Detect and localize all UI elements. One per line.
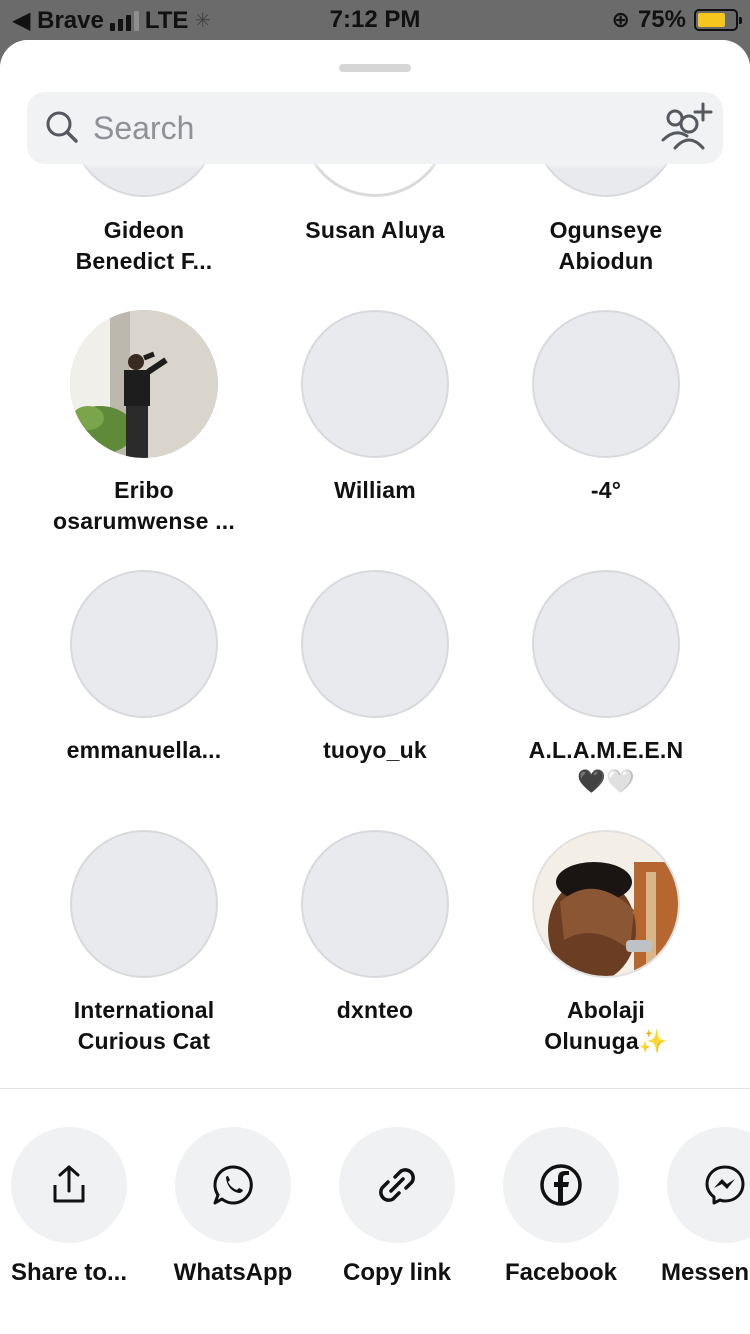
share-icon (53, 1165, 85, 1203)
avatar[interactable] (532, 310, 680, 458)
recipient-cell[interactable]: emmanuella... (28, 570, 260, 820)
recipient-cell[interactable]: Eribo osarumwense ... (28, 310, 260, 560)
share-actions-row: Share to... WhatsApp Copy link Facebook … (0, 1089, 750, 1334)
recipient-name: -4° (590, 477, 622, 503)
share-sheet: Gideon Benedict F... Susan Aluya Ogunseye… (0, 40, 750, 1334)
recipient-grid[interactable]: Gideon Benedict F... Susan Aluya Ogunseye… (0, 40, 750, 1088)
messenger-icon (705, 1165, 745, 1205)
recipient-name: Gideon Benedict F... (75, 217, 213, 274)
recipient-cell[interactable]: International Curious Cat (28, 830, 260, 1080)
recipient-name: dxnteo (336, 997, 414, 1023)
avatar[interactable] (301, 830, 449, 978)
avatar-photo[interactable] (532, 830, 680, 978)
recipient-cell[interactable]: dxnteo (259, 830, 491, 1080)
facebook-button[interactable]: Facebook (479, 1089, 643, 1334)
search-icon (46, 111, 78, 143)
avatar-photo[interactable] (70, 310, 218, 458)
avatar[interactable] (301, 570, 449, 718)
recipient-cell[interactable]: William (259, 310, 491, 560)
recipient-cell[interactable]: tuoyo_uk (259, 570, 491, 820)
avatar[interactable] (532, 570, 680, 718)
whatsapp-button[interactable]: WhatsApp (151, 1089, 315, 1334)
share-to-label: Share to... (10, 1259, 128, 1286)
avatar[interactable] (70, 830, 218, 978)
whatsapp-label: WhatsApp (173, 1259, 293, 1286)
add-people-icon[interactable] (659, 102, 713, 152)
battery-icon (694, 9, 742, 31)
avatar[interactable] (301, 310, 449, 458)
copy-link-button[interactable]: Copy link (315, 1089, 479, 1334)
recipient-name: emmanuella... (66, 737, 222, 763)
recipient-name: A.L.A.M.E.E.N 🖤🤍 (528, 737, 684, 794)
messenger-button[interactable]: Messenger (643, 1089, 750, 1334)
copy-link-label: Copy link (342, 1259, 451, 1286)
sheet-grabber[interactable] (339, 64, 411, 72)
recipient-name: Eribo osarumwense ... (53, 477, 235, 534)
recipient-name: International Curious Cat (73, 997, 215, 1054)
whatsapp-icon (213, 1165, 253, 1205)
recipient-name: Abolaji Olunuga✨ (544, 997, 668, 1054)
status-bar: ◀ Brave LTE ✳ 7:12 PM ⊕ 75% (0, 0, 750, 40)
search-bar[interactable] (27, 92, 723, 164)
recipient-cell[interactable]: -4° (490, 310, 722, 560)
link-icon (379, 1168, 415, 1202)
recipient-name: William (334, 477, 416, 503)
avatar[interactable] (70, 570, 218, 718)
search-input[interactable] (93, 106, 633, 150)
recipient-cell[interactable]: A.L.A.M.E.E.N 🖤🤍 (490, 570, 722, 820)
facebook-icon (540, 1164, 582, 1206)
messenger-label: Messenger (661, 1259, 750, 1286)
recipient-cell[interactable]: Abolaji Olunuga✨ (490, 830, 722, 1080)
facebook-label: Facebook (504, 1259, 618, 1286)
orientation-lock-icon: ⊕ (611, 7, 630, 32)
battery-percent: 75% (637, 6, 686, 33)
share-to-button[interactable]: Share to... (0, 1089, 151, 1334)
recipient-name: Susan Aluya (305, 217, 445, 243)
recipient-name: tuoyo_uk (323, 737, 427, 763)
recipient-name: Ogunseye Abiodun (549, 217, 663, 274)
